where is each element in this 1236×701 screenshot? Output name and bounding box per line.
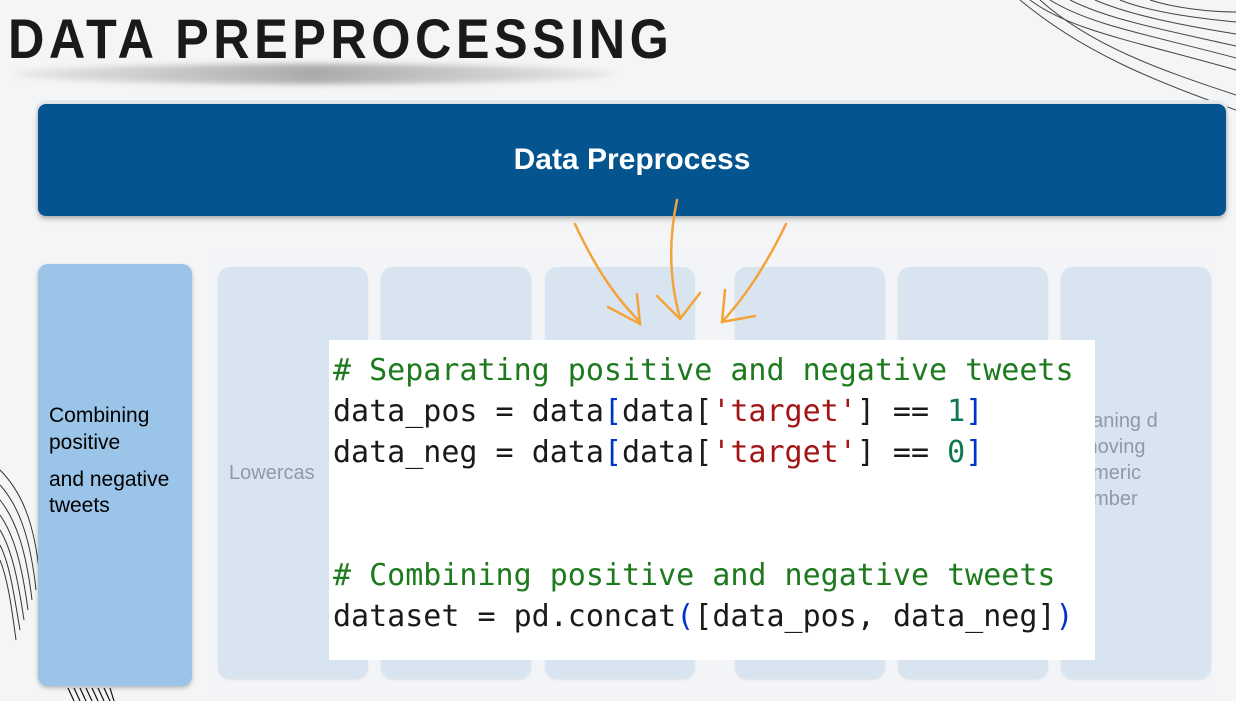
combining-card-line1: Combining positive — [49, 404, 150, 454]
combining-tweets-card: Combining positive and negative tweets — [38, 264, 192, 686]
header-label: Data Preprocess — [513, 143, 751, 176]
combining-card-line2: and negative tweets — [49, 468, 170, 517]
code-comment-separating: # Separating positive and negative tweet… — [333, 353, 1074, 388]
code-block: # Separating positive and negative tweet… — [333, 353, 1074, 634]
orange-arrows — [573, 198, 788, 327]
arrow-right — [720, 222, 788, 324]
code-snippet: # Separating positive and negative tweet… — [329, 340, 1095, 660]
code-comment-combining: # Combining positive and negative tweets — [333, 558, 1056, 593]
step-label-6: eaning d moving umeric umber — [1081, 410, 1158, 510]
step-label-1: Lowercas — [229, 462, 315, 484]
title-underline-shadow — [14, 64, 614, 84]
arrow-center — [670, 198, 682, 320]
